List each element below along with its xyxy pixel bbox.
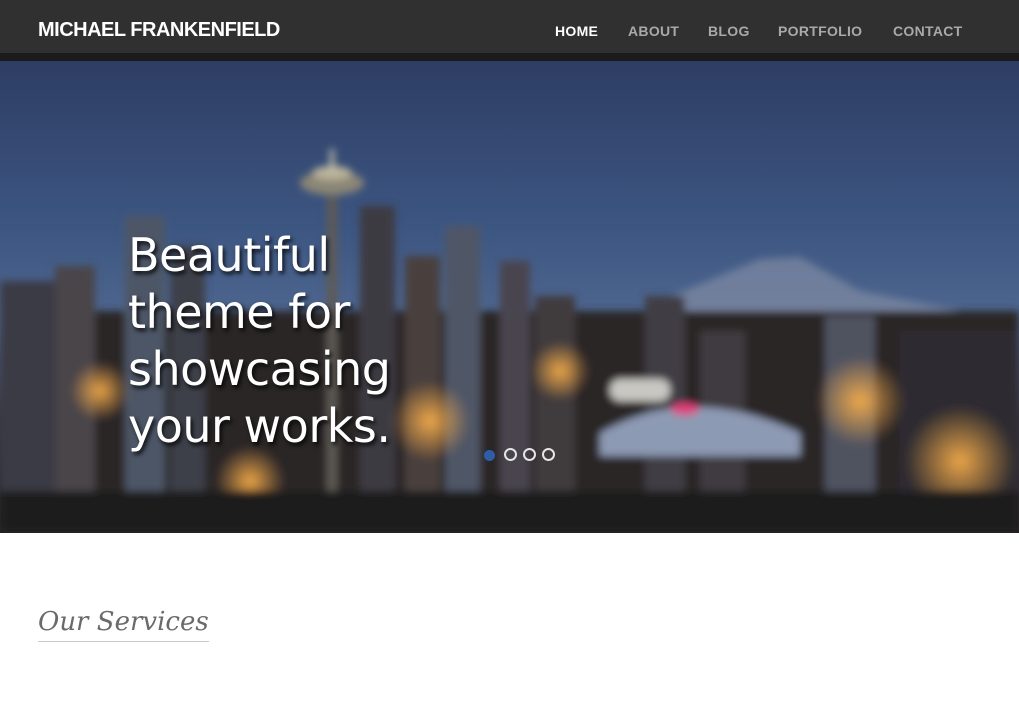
top-navbar: MICHAEL FRANKENFIELD HOME ABOUT BLOG POR…: [0, 0, 1019, 61]
slider-dot-1[interactable]: [484, 450, 495, 461]
slider-dot-3[interactable]: [523, 448, 536, 461]
nav-home[interactable]: HOME: [555, 23, 598, 39]
nav-portfolio[interactable]: PORTFOLIO: [778, 23, 862, 39]
hero-headline: Beautiful theme for showcasing your work…: [128, 227, 391, 455]
hero-headline-line: showcasing: [128, 342, 391, 396]
main-nav: HOME ABOUT BLOG PORTFOLIO CONTACT: [0, 23, 1019, 43]
nav-about[interactable]: ABOUT: [628, 23, 679, 39]
slider-dot-4[interactable]: [542, 448, 555, 461]
nav-contact[interactable]: CONTACT: [893, 23, 963, 39]
hero-headline-line: Beautiful: [128, 228, 330, 282]
slider-dot-2[interactable]: [504, 448, 517, 461]
nav-blog[interactable]: BLOG: [708, 23, 750, 39]
hero-slider: Beautiful theme for showcasing your work…: [0, 61, 1019, 533]
hero-headline-line: theme for: [128, 285, 350, 339]
hero-headline-line: your works.: [128, 399, 391, 453]
services-heading: Our Services: [38, 607, 209, 642]
